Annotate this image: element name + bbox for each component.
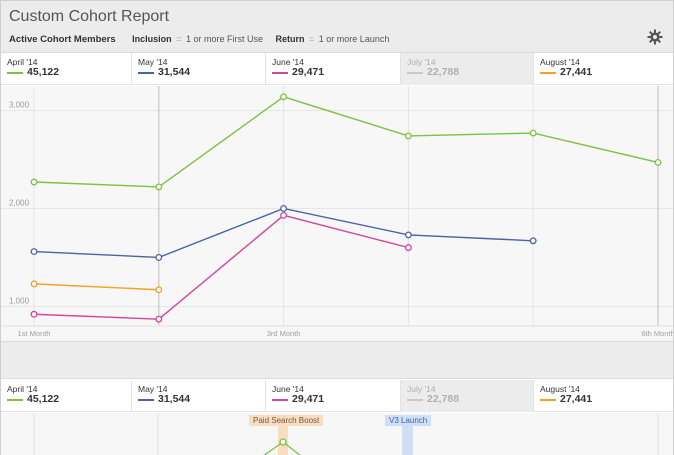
cohort-swatch <box>407 399 423 401</box>
series-line-june-14 <box>33 214 409 320</box>
cohort-swatch <box>272 72 288 74</box>
data-point-august-14 <box>30 280 38 288</box>
cohort-august[interactable]: August '14 27,441 <box>533 53 673 85</box>
marker-paid-search-boost[interactable]: Paid Search Boost <box>249 415 324 426</box>
criteria-label: Active Cohort Members <box>9 34 116 45</box>
cohort-legend-top: April '14 45,122 May '14 31,544 June '14… <box>1 53 673 85</box>
cohort-swatch <box>407 72 423 74</box>
cohort-swatch <box>540 72 556 74</box>
cohort-value: 22,788 <box>427 393 460 405</box>
cohort-april[interactable]: April '14 45,122 <box>1 380 131 412</box>
data-point-june-14 <box>30 310 38 318</box>
data-point-april-14 <box>155 183 163 191</box>
report-panel: Custom Cohort Report Active Cohort Membe… <box>0 0 674 455</box>
cohort-legend-bottom: April '14 45,122 May '14 31,544 June '14… <box>1 380 673 412</box>
criteria-bar: Active Cohort Members Inclusion = 1 or m… <box>9 34 399 45</box>
april-point-lower <box>279 438 287 446</box>
cohort-value: 45,122 <box>27 66 60 78</box>
cohort-value: 22,788 <box>427 66 460 78</box>
inclusion-separator: = <box>176 34 182 44</box>
data-point-august-14 <box>155 286 163 294</box>
page-title: Custom Cohort Report <box>9 8 170 25</box>
marker-v3-launch[interactable]: V3 Launch <box>385 415 432 426</box>
cohort-swatch <box>138 72 154 74</box>
cohort-swatch <box>272 399 288 401</box>
data-point-may-14 <box>30 248 38 256</box>
cohort-value: 29,471 <box>292 393 325 405</box>
data-point-may-14 <box>529 237 537 245</box>
retention-chart: 1,000 2,000 3,000 1st Month 3rd Month 6th Mon… <box>1 86 674 341</box>
cohort-swatch <box>7 399 23 401</box>
x-tick-label: 3rd Month <box>267 329 301 338</box>
cohort-june[interactable]: June '14 29,471 <box>265 53 400 85</box>
events-chart: Paid Search Boost V3 Launch <box>1 413 673 455</box>
data-point-may-14 <box>404 231 412 239</box>
y-tick-label: 2,000 <box>9 198 30 207</box>
data-point-april-14 <box>654 158 662 166</box>
data-point-june-14 <box>404 244 412 252</box>
return-separator: = <box>309 34 315 44</box>
cohort-value: 31,544 <box>158 66 191 78</box>
data-point-april-14 <box>404 132 412 140</box>
gear-icon[interactable] <box>647 29 663 45</box>
y-tick-label: 1,000 <box>9 296 30 305</box>
cohort-may[interactable]: May '14 31,544 <box>131 380 265 412</box>
series-line-august-14 <box>33 283 159 291</box>
x-tick-label: 1st Month <box>18 329 51 338</box>
cohort-may[interactable]: May '14 31,544 <box>131 53 265 85</box>
cohort-july[interactable]: July '14 22,788 <box>400 380 533 412</box>
cohort-july[interactable]: July '14 22,788 <box>400 53 533 85</box>
data-point-june-14 <box>280 211 288 219</box>
events-chart-svg <box>33 413 659 455</box>
data-point-may-14 <box>280 204 288 212</box>
cohort-august[interactable]: August '14 27,441 <box>533 380 673 412</box>
cohort-june[interactable]: June '14 29,471 <box>265 380 400 412</box>
inclusion-value: 1 or more First Use <box>185 34 263 44</box>
x-tick-label: 6th Month <box>641 329 673 338</box>
report-header: Custom Cohort Report Active Cohort Membe… <box>1 1 673 53</box>
cohort-value: 27,441 <box>560 393 593 405</box>
data-point-june-14 <box>155 315 163 323</box>
cohort-swatch <box>7 72 23 74</box>
cohort-swatch <box>138 399 154 401</box>
v3-launch-band <box>402 425 413 455</box>
cohort-swatch <box>540 399 556 401</box>
inclusion-label: Inclusion <box>132 34 172 44</box>
y-tick-label: 3,000 <box>9 100 30 109</box>
data-point-may-14 <box>155 253 163 261</box>
return-label: Return <box>275 34 305 44</box>
data-point-april-14 <box>280 93 288 101</box>
cohort-value: 31,544 <box>158 393 191 405</box>
return-value: 1 or more Launch <box>318 34 390 44</box>
cohort-april[interactable]: April '14 45,122 <box>1 53 131 85</box>
retention-chart-svg: 1,000 2,000 3,000 1st Month 3rd Month 6th Mon… <box>1 86 674 338</box>
cohort-value: 45,122 <box>27 393 60 405</box>
data-point-april-14 <box>30 178 38 186</box>
cohort-value: 29,471 <box>292 66 325 78</box>
section-divider <box>1 341 673 379</box>
cohort-value: 27,441 <box>560 66 593 78</box>
data-point-april-14 <box>529 129 537 137</box>
